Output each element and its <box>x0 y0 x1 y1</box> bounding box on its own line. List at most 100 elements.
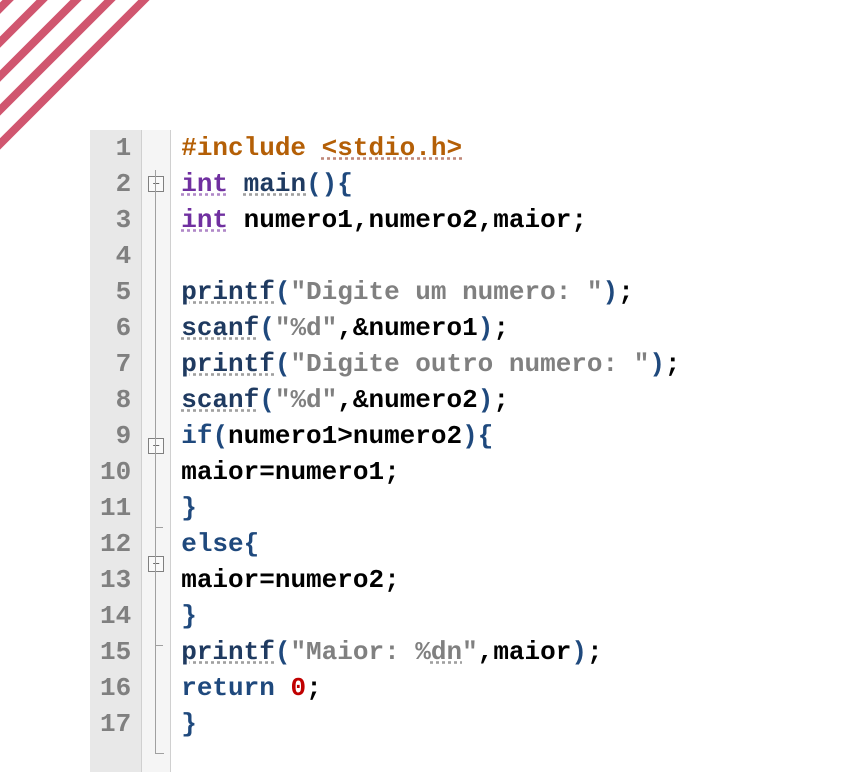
token: maior <box>181 565 259 595</box>
token: maior <box>493 637 571 667</box>
code-line: printf("Maior: %dn",maior); <box>181 634 680 670</box>
token: return <box>181 673 275 703</box>
code-line <box>181 238 680 274</box>
token: ; <box>384 565 400 595</box>
token: , <box>353 205 369 235</box>
token: () <box>306 169 337 199</box>
code-line: scanf("%d",&numero1); <box>181 310 680 346</box>
token: > <box>337 421 353 451</box>
token: maior <box>493 205 571 235</box>
fold-toggle-icon[interactable]: – <box>148 438 164 454</box>
code-line: #include <stdio.h> <box>181 130 680 166</box>
code-line: return 0; <box>181 670 680 706</box>
fold-line-icon <box>155 527 163 528</box>
fold-toggle-icon[interactable]: – <box>148 176 164 192</box>
token: ( <box>212 421 228 451</box>
token: int <box>181 169 228 199</box>
token: main <box>244 169 306 199</box>
line-number: 13 <box>100 562 131 598</box>
token: numero1 <box>228 421 337 451</box>
token: ( <box>275 637 291 667</box>
token: & <box>353 313 369 343</box>
token: dn <box>431 637 462 667</box>
line-number-gutter: 1234567891011121314151617 <box>90 130 141 772</box>
line-number: 1 <box>100 130 131 166</box>
token: { <box>478 421 494 451</box>
token: ; <box>665 349 681 379</box>
code-area: #include <stdio.h>int main(){int numero1… <box>171 130 680 772</box>
token: ) <box>462 421 478 451</box>
token: = <box>259 457 275 487</box>
token: numero1 <box>368 313 477 343</box>
code-editor: 1234567891011121314151617 ––– #include <… <box>90 130 681 772</box>
token: ; <box>493 385 509 415</box>
token: ) <box>649 349 665 379</box>
line-number: 15 <box>100 634 131 670</box>
token: <stdio.h> <box>322 133 462 163</box>
token: "Digite um numero: " <box>290 277 602 307</box>
code-line: printf("Digite um numero: "); <box>181 274 680 310</box>
token: } <box>181 601 197 631</box>
fold-toggle-icon[interactable]: – <box>148 556 164 572</box>
fold-end-icon <box>155 745 164 754</box>
code-line: else{ <box>181 526 680 562</box>
token: numero2 <box>353 421 462 451</box>
line-number: 9 <box>100 418 131 454</box>
line-number: 3 <box>100 202 131 238</box>
token: } <box>181 493 197 523</box>
token: , <box>478 205 494 235</box>
token: ; <box>571 205 587 235</box>
token: ) <box>571 637 587 667</box>
token: , <box>337 385 353 415</box>
token: 0 <box>290 673 306 703</box>
line-number: 10 <box>100 454 131 490</box>
token: printf <box>181 349 275 379</box>
token: #include <box>181 133 321 163</box>
code-line: maior=numero1; <box>181 454 680 490</box>
token: ; <box>493 313 509 343</box>
token <box>228 205 244 235</box>
code-line: } <box>181 706 680 742</box>
token: "%d" <box>275 313 337 343</box>
line-number: 14 <box>100 598 131 634</box>
token: scanf <box>181 385 259 415</box>
token: ) <box>478 313 494 343</box>
token: ( <box>275 277 291 307</box>
line-number: 8 <box>100 382 131 418</box>
token: numero1 <box>275 457 384 487</box>
fold-line-icon <box>155 645 163 646</box>
token: { <box>244 529 260 559</box>
token: numero2 <box>368 385 477 415</box>
line-number: 7 <box>100 346 131 382</box>
line-number: 6 <box>100 310 131 346</box>
token: "Maior: % <box>290 637 430 667</box>
code-line: printf("Digite outro numero: "); <box>181 346 680 382</box>
token: ; <box>384 457 400 487</box>
code-line: scanf("%d",&numero2); <box>181 382 680 418</box>
token: " <box>462 637 478 667</box>
token: ( <box>259 385 275 415</box>
line-number: 11 <box>100 490 131 526</box>
token: numero2 <box>275 565 384 595</box>
token: { <box>337 169 353 199</box>
line-number: 2 <box>100 166 131 202</box>
code-line: if(numero1>numero2){ <box>181 418 680 454</box>
code-line: maior=numero2; <box>181 562 680 598</box>
token: ( <box>259 313 275 343</box>
code-line: int main(){ <box>181 166 680 202</box>
token: else <box>181 529 243 559</box>
token <box>228 169 244 199</box>
token: scanf <box>181 313 259 343</box>
line-number: 5 <box>100 274 131 310</box>
line-number: 16 <box>100 670 131 706</box>
line-number: 17 <box>100 706 131 742</box>
token: maior <box>181 457 259 487</box>
token: printf <box>181 637 275 667</box>
line-number: 12 <box>100 526 131 562</box>
token: & <box>353 385 369 415</box>
token <box>275 673 291 703</box>
token: ; <box>306 673 322 703</box>
token: ) <box>603 277 619 307</box>
code-line: int numero1,numero2,maior; <box>181 202 680 238</box>
token: ; <box>587 637 603 667</box>
